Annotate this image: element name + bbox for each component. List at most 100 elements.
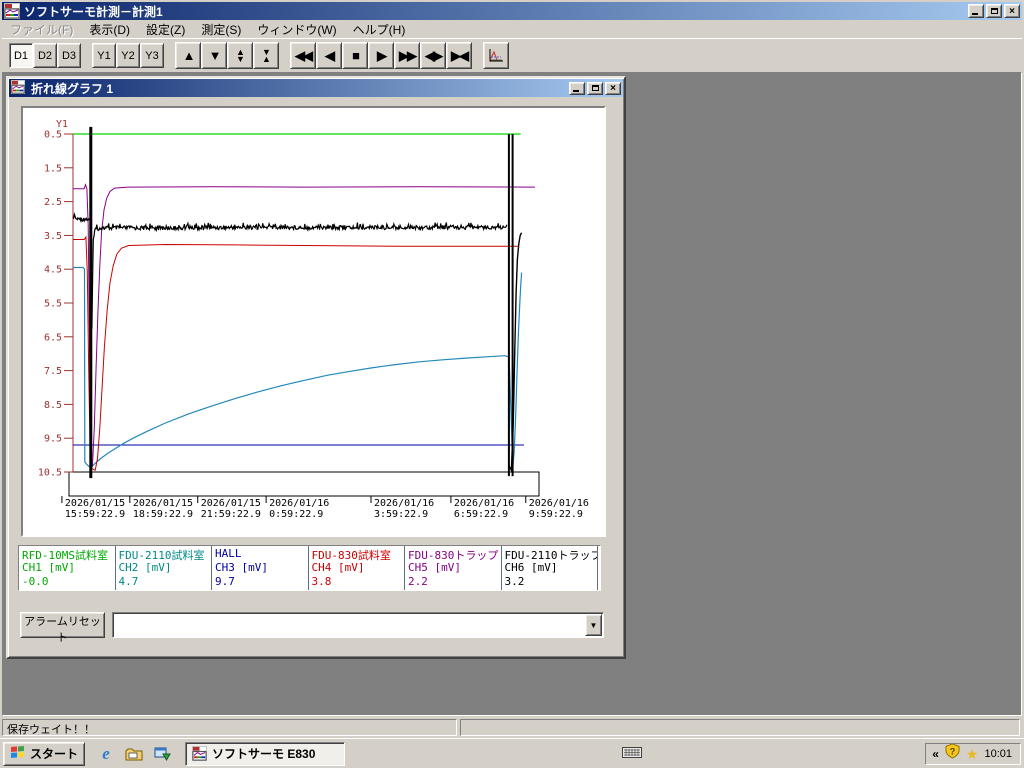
legend-ch2-name: FDU-2110試料室 xyxy=(119,547,212,561)
toolbar-compress-horizontal-icon[interactable]: ▶◀ xyxy=(446,42,472,69)
legend-ch3: HALLCH3 [mV]9.7 xyxy=(212,546,309,590)
minimize-button[interactable] xyxy=(968,4,984,18)
graph-window-icon xyxy=(11,80,27,96)
system-tray: « ? ★ 10:01 xyxy=(925,743,1021,765)
menu-item-2[interactable]: 設定(Z) xyxy=(138,20,193,39)
toolbar-group-4 xyxy=(483,42,509,69)
menu-item-4[interactable]: ウィンドウ(W) xyxy=(249,20,344,39)
svg-text:2026/01/16: 2026/01/16 xyxy=(269,498,329,509)
menu-bar: ファイル(F)表示(D)設定(Z)測定(S)ウィンドウ(W)ヘルプ(H) xyxy=(2,20,1022,38)
toolbar-group-2: ▲▼▲▼▼▲ xyxy=(175,42,279,69)
status-bar: 保存ウェイト！！ xyxy=(2,716,1022,738)
start-button[interactable]: スタート xyxy=(3,742,85,766)
graph-close-button[interactable]: × xyxy=(605,82,621,95)
legend-ch1-val: -0.0 xyxy=(22,575,115,589)
tray-chevron-icon[interactable]: « xyxy=(932,747,939,761)
toolbar-expand-horizontal-icon[interactable]: ◀▶ xyxy=(420,42,446,69)
legend-ch5-name: FDU-830トラップ xyxy=(408,547,501,561)
taskbar: スタート e ソフトサーモ E830 « ? ★ 10:01 xyxy=(0,738,1024,768)
window-title: ソフトサーモ計測－計測1 xyxy=(24,3,968,20)
alarm-reset-button[interactable]: アラームリセット xyxy=(20,612,105,638)
toolbar-d3-button[interactable]: D3 xyxy=(57,43,81,68)
tray-clock: 10:01 xyxy=(984,748,1012,760)
task-app-icon xyxy=(191,746,207,762)
mdi-workspace: 折れ線グラフ 1 × 0.51.52.53.54.55.56.57.58.59.… xyxy=(2,72,1022,716)
legend-ch1-ch: CH1 [mV] xyxy=(22,561,115,575)
keyboard-icon[interactable] xyxy=(622,745,642,763)
outlook-express-icon[interactable] xyxy=(153,745,171,763)
svg-text:?: ? xyxy=(950,746,956,756)
combo-dropdown-arrow-icon[interactable]: ▼ xyxy=(585,614,602,636)
toolbar-y1-button[interactable]: Y1 xyxy=(92,43,116,68)
toolbar-stop-icon[interactable]: ■ xyxy=(342,42,368,69)
chart-panel: 0.51.52.53.54.55.56.57.58.59.510.5Y12026… xyxy=(21,106,606,537)
start-label: スタート xyxy=(30,745,78,762)
svg-text:2026/01/15: 2026/01/15 xyxy=(65,498,125,509)
svg-text:2026/01/16: 2026/01/16 xyxy=(374,498,434,509)
svg-text:1.5: 1.5 xyxy=(44,163,62,174)
quick-launch-bar: e xyxy=(97,745,171,763)
toolbar-group-3: ◀◀◀■▶▶▶◀▶▶◀ xyxy=(290,42,472,69)
legend-ch4-name: FDU-830試料室 xyxy=(312,547,405,561)
close-button[interactable]: × xyxy=(1004,4,1020,18)
alarm-combobox[interactable]: ▼ xyxy=(112,612,604,638)
toolbar-chart-icon[interactable] xyxy=(483,42,509,69)
main-titlebar: ソフトサーモ計測－計測1 × xyxy=(2,2,1022,20)
taskbar-app-button[interactable]: ソフトサーモ E830 xyxy=(185,742,345,766)
toolbar-fast-forward-icon[interactable]: ▶▶ xyxy=(394,42,420,69)
windows-logo-icon xyxy=(10,745,26,763)
graph-maximize-button[interactable] xyxy=(587,82,603,95)
internet-explorer-icon[interactable]: e xyxy=(97,745,115,763)
toolbar-y3-button[interactable]: Y3 xyxy=(140,43,164,68)
legend-ch5-val: 2.2 xyxy=(408,575,501,589)
legend-ch6-name: FDU-2110トラップ xyxy=(505,547,598,561)
show-desktop-icon[interactable] xyxy=(125,745,143,763)
toolbar-scroll-up-icon[interactable]: ▲ xyxy=(175,42,201,69)
toolbar-group-0: D1D2D3 xyxy=(9,43,81,68)
graph-minimize-button[interactable] xyxy=(569,82,585,95)
toolbar-step-forward-icon[interactable]: ▶ xyxy=(368,42,394,69)
toolbar-compress-vertical-icon[interactable]: ▼▲ xyxy=(253,42,279,69)
restore-button[interactable] xyxy=(986,4,1002,18)
svg-text:21:59:22.9: 21:59:22.9 xyxy=(201,509,261,520)
graph-window-titlebar: 折れ線グラフ 1 × xyxy=(9,79,623,97)
legend-ch2-val: 4.7 xyxy=(119,575,212,589)
svg-text:2026/01/16: 2026/01/16 xyxy=(529,498,589,509)
toolbar-d1-button[interactable]: D1 xyxy=(9,43,33,68)
menu-item-0[interactable]: ファイル(F) xyxy=(2,20,81,39)
star-tray-icon[interactable]: ★ xyxy=(966,747,979,761)
menu-item-5[interactable]: ヘルプ(H) xyxy=(345,20,414,39)
legend-ch6: FDU-2110トラップCH6 [mV]3.2 xyxy=(502,546,599,590)
graph-window-title: 折れ線グラフ 1 xyxy=(31,80,569,97)
desktop: ソフトサーモ計測－計測1 × ファイル(F)表示(D)設定(Z)測定(S)ウィン… xyxy=(0,0,1024,768)
svg-text:15:59:22.9: 15:59:22.9 xyxy=(65,509,125,520)
svg-text:18:59:22.9: 18:59:22.9 xyxy=(133,509,193,520)
svg-text:0:59:22.9: 0:59:22.9 xyxy=(269,509,323,520)
graph-window: 折れ線グラフ 1 × 0.51.52.53.54.55.56.57.58.59.… xyxy=(6,76,626,659)
svg-text:6:59:22.9: 6:59:22.9 xyxy=(454,509,508,520)
toolbar: D1D2D3Y1Y2Y3▲▼▲▼▼▲◀◀◀■▶▶▶◀▶▶◀ xyxy=(2,38,1022,72)
alarm-combo-value xyxy=(113,613,584,637)
toolbar-scroll-down-icon[interactable]: ▼ xyxy=(201,42,227,69)
toolbar-y2-button[interactable]: Y2 xyxy=(116,43,140,68)
svg-text:2026/01/15: 2026/01/15 xyxy=(133,498,193,509)
task-app-label: ソフトサーモ E830 xyxy=(212,745,315,762)
svg-text:Y1: Y1 xyxy=(56,119,68,130)
svg-text:0.5: 0.5 xyxy=(44,130,62,141)
legend-ch4: FDU-830試料室CH4 [mV]3.8 xyxy=(309,546,406,590)
legend-ch1-name: RFD-10MS試料室 xyxy=(22,547,115,561)
toolbar-fast-rewind-icon[interactable]: ◀◀ xyxy=(290,42,316,69)
security-shield-icon[interactable]: ? xyxy=(945,743,960,764)
menu-item-1[interactable]: 表示(D) xyxy=(81,20,138,39)
toolbar-d2-button[interactable]: D2 xyxy=(33,43,57,68)
svg-text:10.5: 10.5 xyxy=(38,468,62,479)
toolbar-expand-vertical-icon[interactable]: ▲▼ xyxy=(227,42,253,69)
legend-ch3-ch: CH3 [mV] xyxy=(215,561,308,575)
legend-ch2-ch: CH2 [mV] xyxy=(119,561,212,575)
status-message-panel: 保存ウェイト！！ xyxy=(2,719,457,736)
legend-ch3-name: HALL xyxy=(215,547,308,561)
toolbar-step-back-icon[interactable]: ◀ xyxy=(316,42,342,69)
svg-text:3:59:22.9: 3:59:22.9 xyxy=(374,509,428,520)
svg-text:7.5: 7.5 xyxy=(44,366,62,377)
menu-item-3[interactable]: 測定(S) xyxy=(193,20,249,39)
